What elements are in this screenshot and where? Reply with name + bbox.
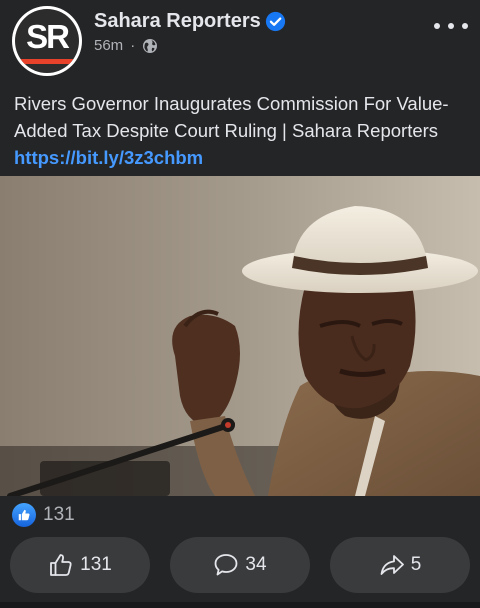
meta-separator: ·: [130, 37, 136, 54]
avatar-logo: SR: [15, 9, 79, 73]
share-arrow-icon: [380, 555, 404, 575]
post-meta: 56m ·: [94, 37, 158, 54]
avatar-logo-bar: [21, 59, 73, 64]
page-avatar[interactable]: SR: [12, 6, 82, 76]
reaction-summary[interactable]: 131: [12, 502, 75, 528]
like-badge-icon: [12, 503, 36, 527]
post-time[interactable]: 56m: [94, 37, 123, 54]
post-text: Rivers Governor Inaugurates Commission F…: [14, 90, 470, 171]
photo-illustration: [0, 176, 480, 496]
comment-button[interactable]: 34: [170, 537, 310, 593]
more-options-button[interactable]: [434, 16, 468, 36]
post-link[interactable]: https://bit.ly/3z3chbm: [14, 147, 203, 168]
share-button[interactable]: 5: [330, 537, 470, 593]
post-header: SR Sahara Reporters 56m ·: [0, 0, 480, 84]
share-count: 5: [410, 554, 422, 575]
post-photo[interactable]: [0, 176, 480, 496]
verified-badge-icon: [265, 11, 286, 32]
more-dot-icon: [448, 23, 454, 29]
page-name[interactable]: Sahara Reporters: [94, 10, 261, 33]
like-count: 131: [80, 554, 112, 575]
more-dot-icon: [434, 23, 440, 29]
post-caption: Rivers Governor Inaugurates Commission F…: [14, 93, 449, 141]
comment-count: 34: [245, 554, 267, 575]
globe-icon: [143, 38, 158, 53]
more-dot-icon: [462, 23, 468, 29]
avatar-logo-text: SR: [26, 18, 70, 55]
comment-bubble-icon: [215, 554, 238, 576]
post-separator: [0, 602, 480, 608]
reaction-count: 131: [43, 504, 75, 525]
thumbs-up-icon: [50, 554, 72, 576]
like-button[interactable]: 131: [10, 537, 150, 593]
